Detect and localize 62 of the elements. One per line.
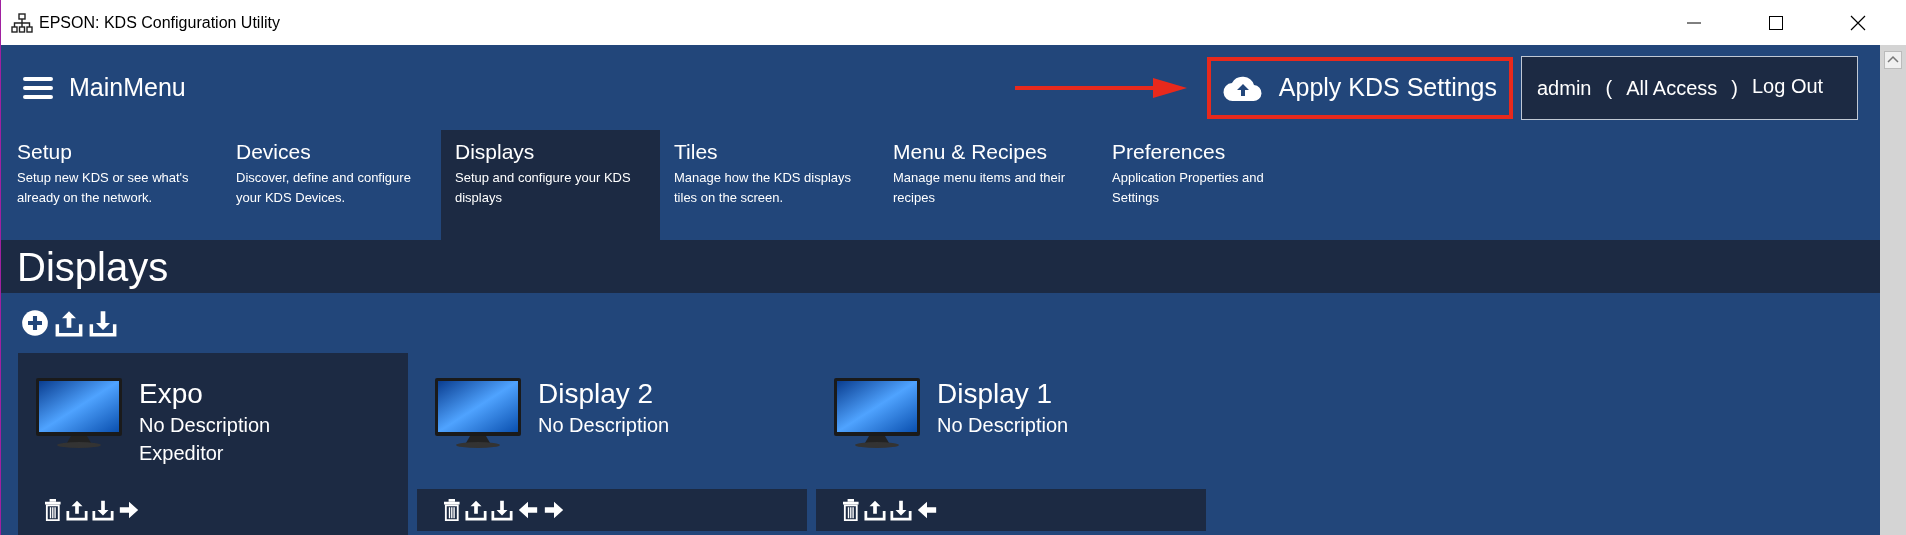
right-arrow-icon[interactable] [542,499,565,521]
upload-icon[interactable] [863,499,886,521]
tab-title: Preferences [1112,139,1227,165]
display-card[interactable]: Display 2 No Description [417,353,807,535]
logout-link[interactable]: Log Out [1752,70,1824,101]
tab-description: Setup new KDS or see what's already on the network. [17,169,190,207]
maximize-icon[interactable] [1768,14,1784,31]
access-level: All Access [1626,75,1718,101]
nav-tab[interactable]: Displays Setup and configure your KDS displays [441,130,660,240]
right-arrow-icon[interactable] [117,499,140,521]
nav-tab[interactable]: Setup Setup new KDS or see what's already on the network. [3,130,222,240]
download-icon[interactable] [91,499,114,521]
main-menu-label[interactable]: MainMenu [69,68,186,107]
tab-description: Application Properties and Settings [1112,169,1265,207]
page-title: Displays [17,246,169,287]
network-icon [11,12,33,33]
display-name: Display 1 [937,377,1054,411]
nav-tab[interactable]: Menu & Recipes Manage menu items and their recipes [879,130,1098,240]
display-name: Expo [139,377,204,411]
nav-tab[interactable]: Devices Discover, define and configure your KDS Devices. [222,130,441,240]
trash-icon[interactable] [44,499,62,521]
tab-title: Menu & Recipes [893,139,1049,165]
tab-description: Manage how the KDS displays tiles on the screen. [674,169,853,207]
close-icon[interactable] [1850,14,1866,31]
scroll-up-icon[interactable] [1884,51,1902,69]
tab-description: Manage menu items and their recipes [893,169,1066,207]
trash-icon[interactable] [443,499,461,521]
upload-icon[interactable] [464,499,487,521]
trash-icon[interactable] [842,499,860,521]
display-name: Display 2 [538,377,655,411]
tab-title: Devices [236,139,312,165]
nav-tab[interactable]: Tiles Manage how the KDS displays tiles on the screen. [660,130,879,240]
download-icon[interactable] [89,309,117,337]
window-title: EPSON: KDS Configuration Utility [39,12,280,33]
apply-settings-button[interactable]: Apply KDS Settings [1206,56,1513,119]
download-icon[interactable] [889,499,912,521]
monitor-icon [833,377,921,449]
scrollbar[interactable] [1880,45,1906,535]
monitor-icon [434,377,522,449]
add-icon[interactable] [21,309,49,337]
monitor-icon [35,377,123,449]
nav-tab[interactable]: Preferences Application Properties and Settings [1098,130,1317,240]
display-description: No Description [937,413,1069,438]
upload-icon[interactable] [65,499,88,521]
tab-description: Setup and configure your KDS displays [455,169,632,207]
user-name: admin [1537,75,1592,101]
left-arrow-icon[interactable] [516,499,539,521]
upload-icon[interactable] [55,309,83,337]
display-description: No Description [538,413,670,438]
display-description: No Description [139,413,271,438]
paren-text: ) [1731,75,1738,101]
left-arrow-icon[interactable] [915,499,938,521]
tab-title: Displays [455,139,536,165]
tab-title: Tiles [674,139,719,165]
display-card[interactable]: Display 1 No Description [816,353,1206,535]
tab-title: Setup [17,139,73,165]
display-card[interactable]: Expo No Description Expeditor [18,353,408,535]
menu-icon[interactable] [23,75,53,100]
tab-description: Discover, define and configure your KDS Devices. [236,169,412,207]
paren-text: ( [1605,75,1613,101]
download-icon[interactable] [490,499,513,521]
display-role: Expeditor [139,441,225,466]
